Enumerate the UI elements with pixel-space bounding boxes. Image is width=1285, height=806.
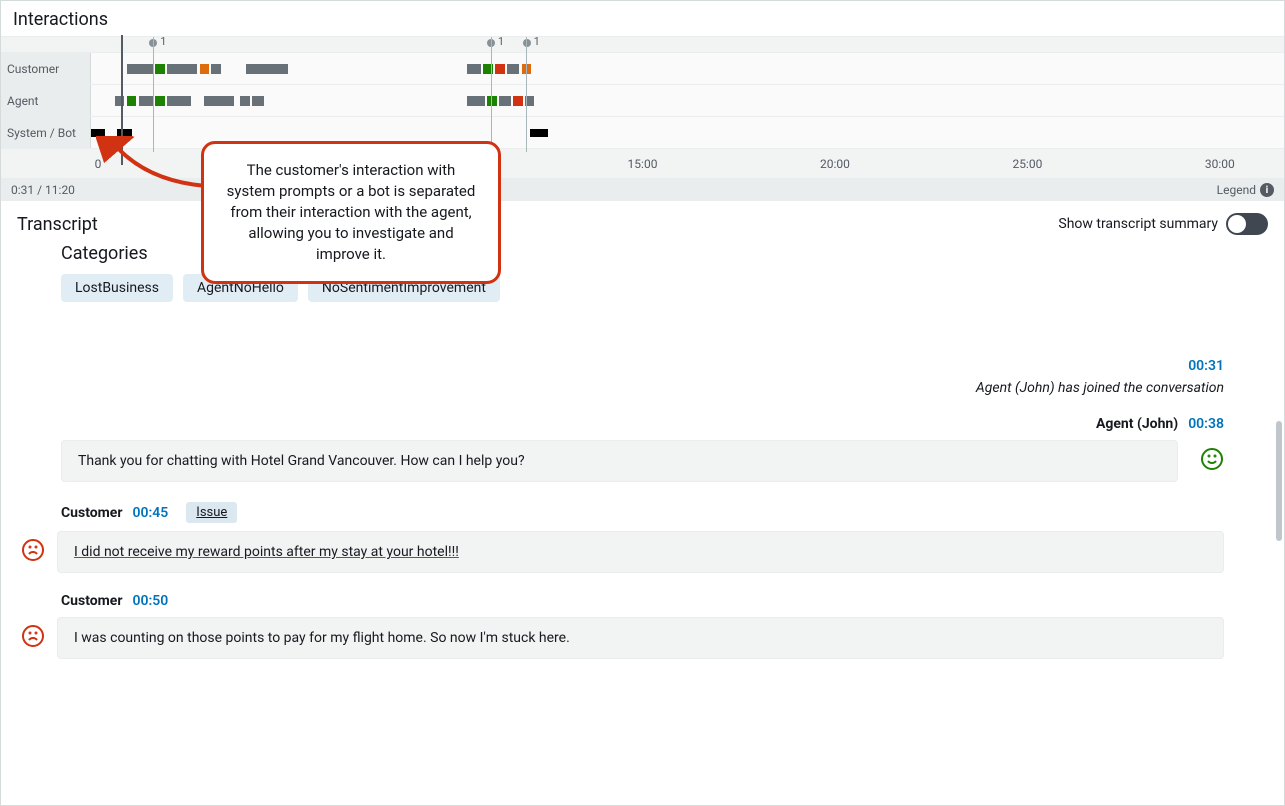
issue-tag[interactable]: Issue <box>186 502 237 523</box>
toggle-label: Show transcript summary <box>1058 216 1218 232</box>
message-bubble[interactable]: I did not receive my reward points after… <box>57 531 1224 573</box>
message-bubble[interactable]: Thank you for chatting with Hotel Grand … <box>61 440 1178 482</box>
playback-position: 0:31 / 11:20 <box>11 183 75 197</box>
legend-button[interactable]: Legend i <box>1217 183 1274 197</box>
message-agent: Agent (John) 00:38 Thank you for chattin… <box>61 416 1224 482</box>
message-customer: Customer 00:45 Issue I did not receive m… <box>61 502 1224 573</box>
scrollbar[interactable] <box>1276 421 1282 541</box>
message-bubble[interactable]: I was counting on those points to pay fo… <box>57 617 1224 659</box>
sentiment-positive-icon <box>1200 447 1224 475</box>
system-event: 00:31 Agent (John) has joined the conver… <box>61 358 1224 396</box>
callout-arrow <box>96 136 216 206</box>
transcript-body: 00:31 Agent (John) has joined the conver… <box>1 358 1284 699</box>
timeline-row-agent: Agent <box>1 85 1284 117</box>
callout-box: The customer's interaction with system p… <box>201 141 501 284</box>
summary-toggle[interactable] <box>1226 213 1268 235</box>
transcript-title: Transcript <box>17 214 98 235</box>
app-container: Interactions 1 1 1 <box>0 0 1285 806</box>
sentiment-negative-icon <box>21 624 45 652</box>
interactions-title: Interactions <box>1 1 1284 36</box>
timeline-marker-row: 1 1 1 <box>1 37 1284 53</box>
category-pill[interactable]: LostBusiness <box>61 274 173 302</box>
sentiment-negative-icon <box>21 538 45 566</box>
timeline-row-customer: Customer <box>1 53 1284 85</box>
message-customer: Customer 00:50 I was counting on those p… <box>61 593 1224 659</box>
info-icon: i <box>1260 183 1274 197</box>
